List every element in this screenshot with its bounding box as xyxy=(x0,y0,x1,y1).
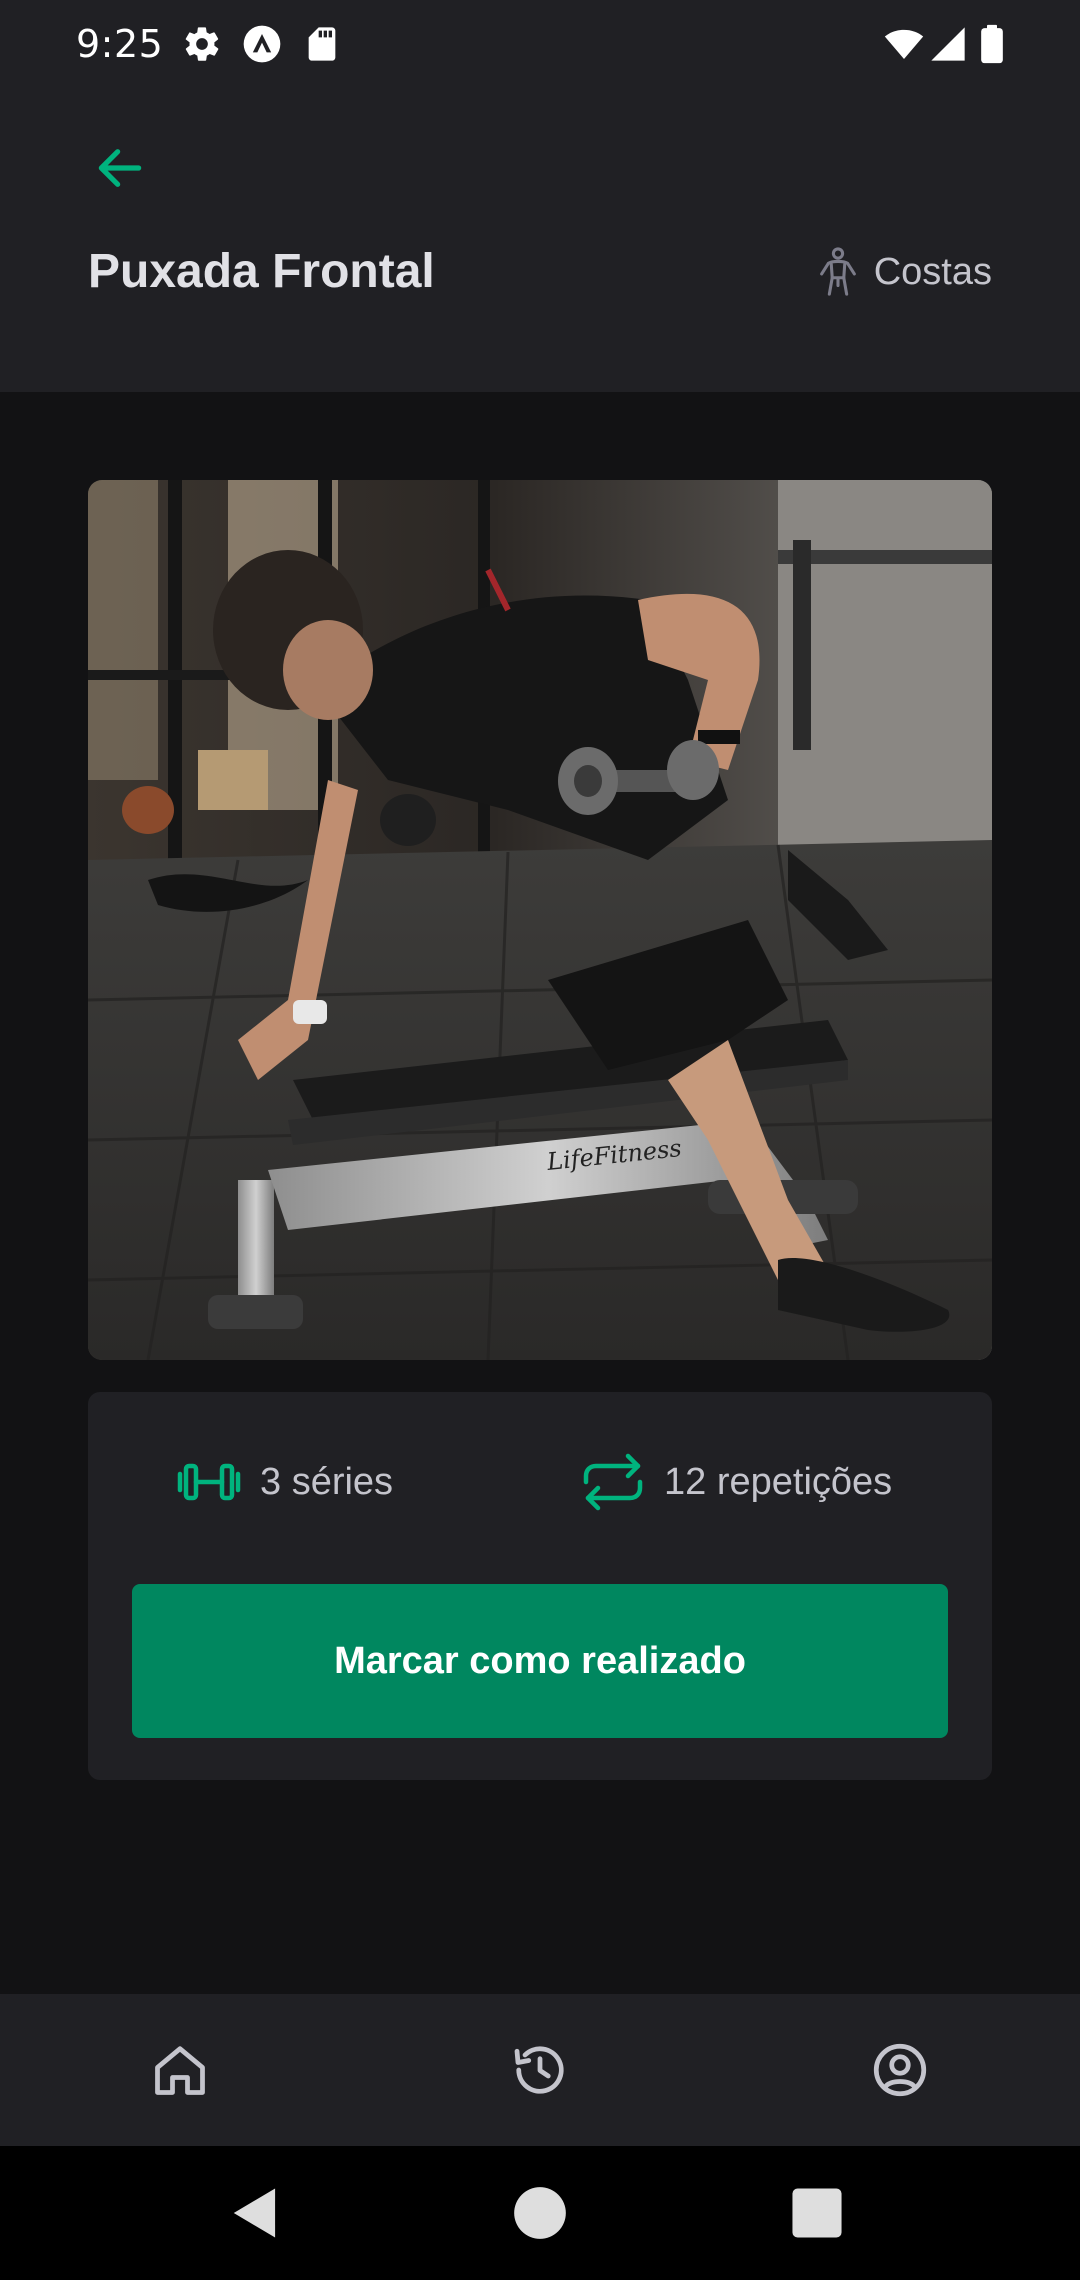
mark-as-done-button[interactable]: Marcar como realizado xyxy=(132,1584,948,1738)
tab-history[interactable] xyxy=(494,2024,586,2116)
system-navigation-bar xyxy=(0,2146,1080,2280)
exercise-image: LifeFitness xyxy=(88,480,992,1360)
exercise-info-card: 3 séries 12 repetições Marcar como reali… xyxy=(88,1392,992,1780)
muscle-group-label: Costas xyxy=(873,250,992,293)
page-title: Puxada Frontal xyxy=(88,245,435,298)
app-notification-icon xyxy=(242,24,282,64)
nav-back-icon[interactable] xyxy=(226,2182,288,2244)
dumbbell-icon xyxy=(176,1452,242,1512)
reps-stat: 12 repetições xyxy=(580,1450,892,1514)
wifi-icon xyxy=(882,24,926,64)
tab-home[interactable] xyxy=(134,2024,226,2116)
status-bar: 9:25 xyxy=(0,0,1080,88)
status-time: 9:25 xyxy=(76,22,164,66)
series-stat: 3 séries xyxy=(176,1450,393,1514)
nav-recents-icon[interactable] xyxy=(786,2182,848,2244)
bottom-tab-bar xyxy=(0,1994,1080,2146)
muscle-group: Costas xyxy=(816,240,992,304)
reps-label: 12 repetições xyxy=(664,1460,893,1503)
history-icon xyxy=(514,2046,564,2094)
tab-profile[interactable] xyxy=(854,2024,946,2116)
settings-gear-icon xyxy=(182,24,222,64)
battery-icon xyxy=(978,24,1006,64)
home-icon xyxy=(155,2046,205,2095)
signal-icon xyxy=(928,24,968,64)
series-label: 3 séries xyxy=(260,1460,394,1503)
body-icon xyxy=(816,247,860,297)
arrow-left-icon xyxy=(98,149,142,187)
exercise-screen: 9:25 Puxada Frontal Costas LifeFitness 3… xyxy=(0,0,1080,2280)
user-circle-icon xyxy=(873,2043,927,2097)
repeat-icon xyxy=(580,1452,646,1512)
exercise-header: Puxada Frontal Costas xyxy=(0,88,1080,392)
nav-home-icon[interactable] xyxy=(509,2182,571,2244)
back-button[interactable] xyxy=(84,132,156,204)
sd-card-icon xyxy=(302,24,342,64)
